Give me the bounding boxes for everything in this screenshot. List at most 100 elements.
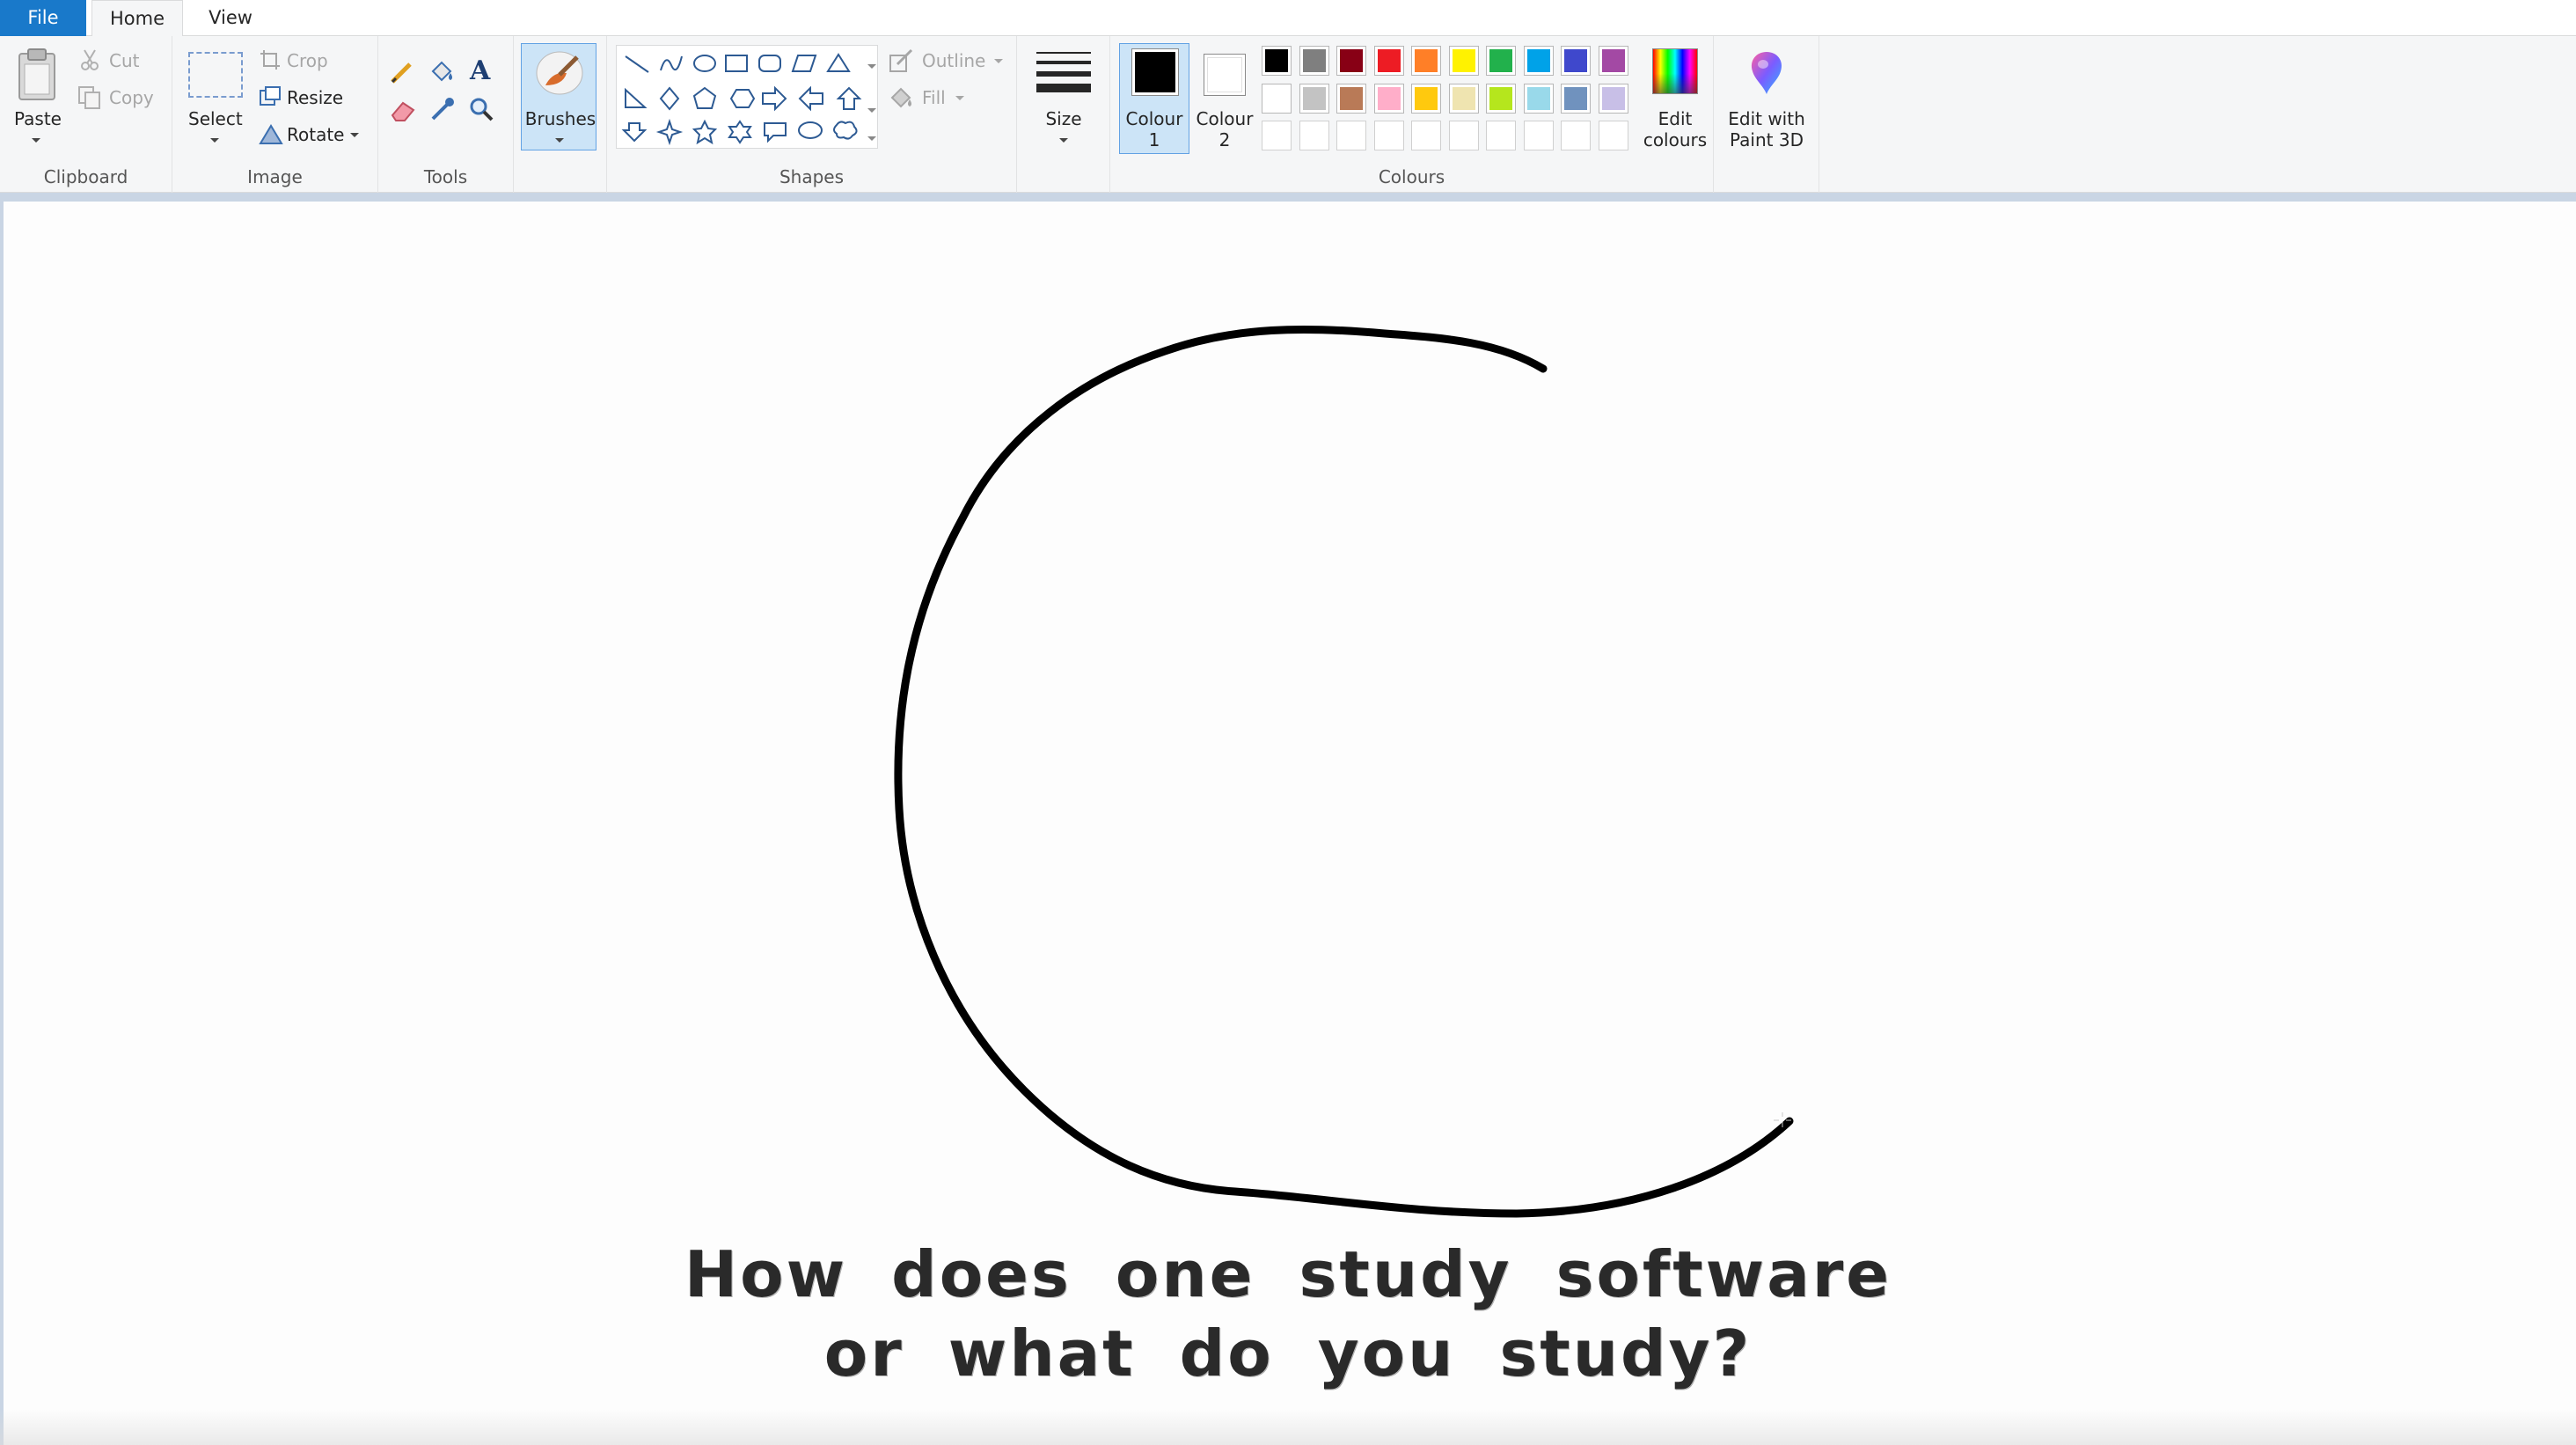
palette-empty-swatch[interactable] <box>1373 121 1404 150</box>
size-label: Size <box>1045 108 1082 129</box>
palette-empty-swatch[interactable] <box>1561 121 1591 150</box>
palette-swatch-fill <box>1340 86 1363 110</box>
palette-swatch[interactable] <box>1523 46 1554 76</box>
cut-button[interactable]: Cut <box>109 50 139 71</box>
palette-empty-swatch[interactable] <box>1448 121 1479 150</box>
palette-swatch[interactable] <box>1262 46 1292 76</box>
paste-button[interactable] <box>12 47 62 114</box>
fill-button[interactable]: Fill <box>922 87 946 108</box>
palette-swatch[interactable] <box>1373 46 1404 76</box>
edit-with-paint3d-button[interactable]: Edit with Paint 3D <box>1717 45 1816 150</box>
cut-icon <box>81 49 99 70</box>
colour1-frame <box>1131 48 1179 96</box>
palette-swatch[interactable] <box>1262 83 1292 114</box>
paste-icon <box>18 48 55 100</box>
eraser-icon[interactable] <box>389 98 417 122</box>
colour-picker-icon[interactable] <box>429 96 456 122</box>
palette-swatch[interactable] <box>1299 83 1329 114</box>
rotate-button[interactable]: Rotate <box>287 124 344 145</box>
colour1-swatch <box>1135 52 1175 92</box>
shapes-gallery <box>616 45 878 149</box>
palette-empty-swatch[interactable] <box>1598 121 1628 150</box>
paint-window: File Home View Paste Cut Copy Clipboard … <box>0 0 2576 1445</box>
palette-swatch-fill <box>1452 86 1475 110</box>
paint3d-group: Edit with Paint 3D <box>1714 36 1819 193</box>
resize-button[interactable]: Resize <box>287 87 343 108</box>
palette-empty-swatch[interactable] <box>1262 121 1292 150</box>
crop-button[interactable]: Crop <box>287 50 328 71</box>
palette-empty-swatch[interactable] <box>1336 121 1366 150</box>
edit-colours-label: Edit colours <box>1640 108 1710 150</box>
palette-swatch[interactable] <box>1336 46 1366 76</box>
outline-icon <box>889 48 913 72</box>
palette-swatch[interactable] <box>1411 46 1441 76</box>
shapes-scroll[interactable] <box>867 47 876 149</box>
palette-empty-swatch[interactable] <box>1523 121 1554 150</box>
colour1-label: Colour 1 <box>1119 108 1189 150</box>
paste-label: Paste <box>14 108 62 129</box>
outline-dropdown-caret[interactable] <box>994 59 1003 63</box>
select-button[interactable]: Select <box>188 108 243 129</box>
palette-swatch[interactable] <box>1598 83 1628 114</box>
palette-swatch[interactable] <box>1373 83 1404 114</box>
edit-colours-line1: Edit <box>1658 108 1693 129</box>
size-icon[interactable] <box>1036 50 1091 98</box>
palette-swatch-fill <box>1265 86 1288 110</box>
fill-bucket-icon[interactable] <box>428 59 456 85</box>
palette-swatch-fill <box>1377 49 1401 72</box>
palette-swatch-fill <box>1526 86 1550 110</box>
colour1-label-line1: Colour <box>1125 108 1183 129</box>
copy-icon <box>78 86 100 109</box>
palette-empty-swatch[interactable] <box>1411 121 1441 150</box>
brushes-label: Brushes <box>524 108 596 129</box>
fill-dropdown-caret[interactable] <box>955 96 964 100</box>
colours-group: Colour 1 Colour 2 Edit colours Colours <box>1110 36 1714 193</box>
palette-empty-swatch[interactable] <box>1486 121 1516 150</box>
palette-swatch[interactable] <box>1561 83 1591 114</box>
size-dropdown-caret[interactable] <box>1059 138 1068 143</box>
brushes-group: Brushes <box>514 36 607 193</box>
palette-swatch[interactable] <box>1448 83 1479 114</box>
palette-swatch[interactable] <box>1299 46 1329 76</box>
select-icon[interactable] <box>188 52 243 98</box>
palette-swatch-fill <box>1564 86 1587 110</box>
image-group: Select Crop Resize Rotate Image <box>172 36 378 193</box>
palette-swatch[interactable] <box>1411 83 1441 114</box>
palette-swatch[interactable] <box>1336 83 1366 114</box>
tab-file[interactable]: File <box>0 0 86 36</box>
palette-swatch[interactable] <box>1448 46 1479 76</box>
brushes-dropdown-caret[interactable] <box>555 138 564 143</box>
select-dropdown-caret[interactable] <box>210 138 219 143</box>
palette-swatch[interactable] <box>1561 46 1591 76</box>
clipboard-group: Paste Cut Copy Clipboard <box>0 36 172 193</box>
palette-swatch[interactable] <box>1486 46 1516 76</box>
outline-button[interactable]: Outline <box>922 50 985 71</box>
palette-swatch[interactable] <box>1523 83 1554 114</box>
palette-swatch-fill <box>1415 86 1438 110</box>
tab-view[interactable]: View <box>195 0 266 36</box>
crop-icon <box>260 50 280 70</box>
pencil-icon[interactable] <box>389 59 415 85</box>
tab-home[interactable]: Home <box>91 0 183 37</box>
palette-swatch[interactable] <box>1486 83 1516 114</box>
clipboard-group-label: Clipboard <box>43 166 128 187</box>
caption-line-2: or what do you study? <box>823 1317 1753 1390</box>
edit-colours-button[interactable]: Edit colours <box>1640 45 1710 150</box>
text-tool-icon[interactable]: A <box>470 55 490 86</box>
palette-swatch-fill <box>1489 49 1512 72</box>
rotate-dropdown-caret[interactable] <box>350 133 359 137</box>
palette-empty-swatch[interactable] <box>1299 121 1329 150</box>
palette-swatch-fill <box>1601 86 1625 110</box>
shapes-group-label: Shapes <box>779 166 845 187</box>
paste-dropdown-caret[interactable] <box>32 138 40 143</box>
colour2-swatch <box>1207 57 1242 92</box>
colour2-label-line1: Colour <box>1196 108 1254 129</box>
palette-swatch-fill <box>1377 86 1401 110</box>
copy-button[interactable]: Copy <box>109 87 154 108</box>
magnifier-icon[interactable] <box>468 96 494 122</box>
palette-swatch-fill <box>1340 49 1363 72</box>
palette-swatch[interactable] <box>1598 46 1628 76</box>
shapes-group: Outline Fill Shapes <box>607 36 1017 193</box>
shapes-gallery-icons <box>621 53 862 146</box>
resize-icon <box>260 86 281 106</box>
